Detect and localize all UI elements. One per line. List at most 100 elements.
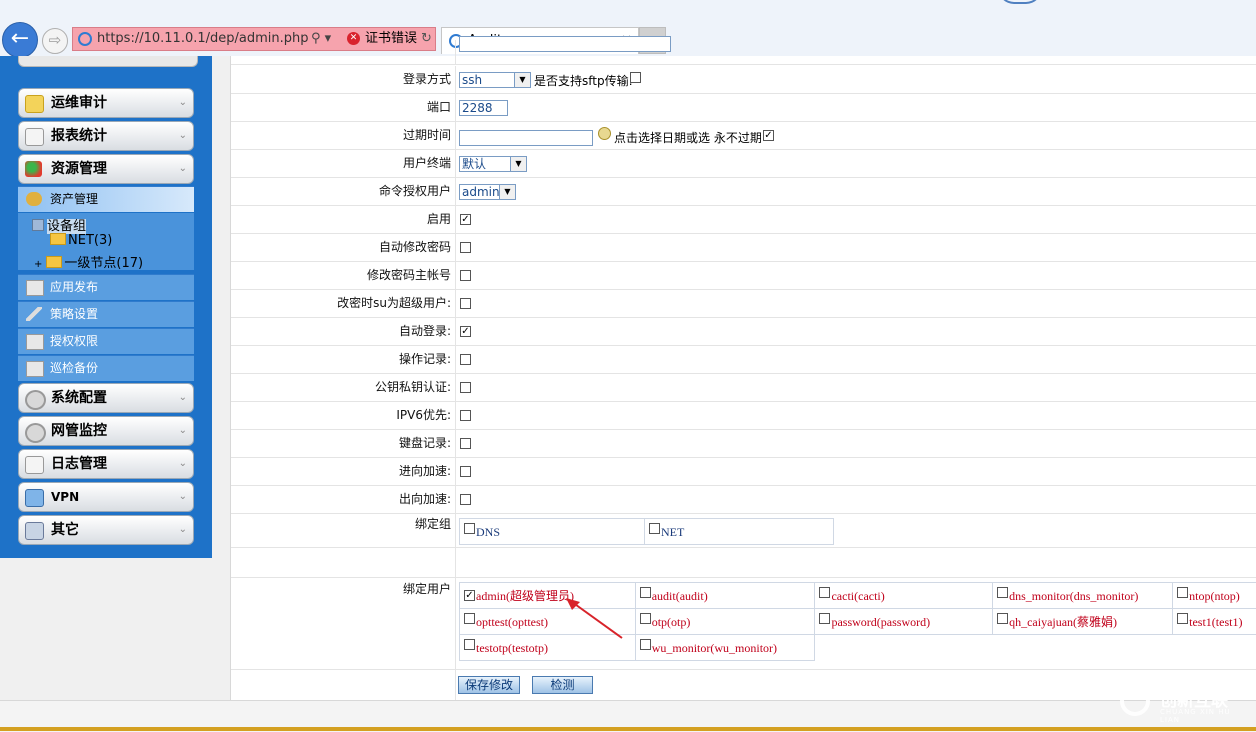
user-checkbox[interactable] bbox=[997, 587, 1009, 598]
save-button[interactable]: 保存修改 bbox=[458, 676, 520, 694]
user-option[interactable]: otp(otp) bbox=[634, 608, 816, 635]
user-option[interactable]: dns_monitor(dns_monitor) bbox=[992, 582, 1174, 609]
submenu-label: 资产管理 bbox=[50, 192, 99, 206]
form-row-checkbox: 启用 ✓ bbox=[231, 206, 1256, 234]
form-row-checkbox: 进向加速: bbox=[231, 458, 1256, 486]
forward-arrow-icon[interactable]: ⇨ bbox=[42, 28, 68, 54]
resource-icon bbox=[25, 161, 42, 177]
option-checkbox[interactable] bbox=[460, 298, 471, 309]
device-group-tree: 设备组 NET(3) + 一级节点(17) bbox=[18, 213, 194, 271]
user-option-label: dns_monitor(dns_monitor) bbox=[1009, 589, 1139, 603]
back-arrow-icon[interactable]: ← bbox=[2, 22, 38, 58]
option-checkbox[interactable]: ✓ bbox=[460, 326, 471, 337]
option-checkbox[interactable] bbox=[460, 382, 471, 393]
user-checkbox[interactable] bbox=[819, 613, 831, 624]
user-checkbox[interactable] bbox=[639, 639, 651, 650]
port-input[interactable]: 2288 bbox=[459, 100, 508, 116]
user-option[interactable]: password(password) bbox=[814, 608, 994, 635]
tree-root[interactable]: 设备组 bbox=[32, 215, 87, 234]
submenu-authorization[interactable]: 授权权限 bbox=[18, 328, 194, 354]
windows-icon bbox=[25, 522, 44, 540]
menu-system-config[interactable]: 系统配置 ⌄ bbox=[18, 383, 194, 413]
submenu-inspection-backup[interactable]: 巡检备份 bbox=[18, 355, 194, 381]
login-method-select[interactable]: ssh ▼ bbox=[459, 72, 531, 88]
option-checkbox[interactable]: ✓ bbox=[460, 214, 471, 225]
menu-label: 其它 bbox=[51, 522, 79, 538]
audit-icon bbox=[25, 95, 44, 113]
user-checkbox[interactable] bbox=[997, 613, 1009, 624]
expire-input[interactable] bbox=[459, 130, 593, 146]
group-option-label: DNS bbox=[476, 525, 501, 539]
user-option[interactable]: qh_caiyajuan(蔡雅娟) bbox=[992, 608, 1174, 635]
option-checkbox[interactable] bbox=[460, 270, 471, 281]
menu-report[interactable]: 报表统计 ⌄ bbox=[18, 121, 194, 151]
group-option-net[interactable]: NET bbox=[644, 518, 834, 545]
menu-label: 系统配置 bbox=[51, 390, 107, 406]
field-label: 修改密码主帐号 bbox=[366, 268, 451, 282]
group-checkbox[interactable] bbox=[649, 523, 660, 534]
profile-ring-icon bbox=[998, 0, 1042, 4]
value-cell: admin ▼ bbox=[455, 178, 1256, 205]
never-expire-checkbox[interactable]: ✓ bbox=[763, 130, 774, 141]
value-cell: 默认 ▼ bbox=[455, 150, 1256, 177]
value-cell: ✓ bbox=[455, 206, 1256, 233]
user-option[interactable]: cacti(cacti) bbox=[814, 582, 994, 609]
chevron-down-icon: ⌄ bbox=[178, 524, 187, 535]
tree-node-label: NET(3) bbox=[68, 233, 113, 248]
chevron-down-icon: ▼ bbox=[514, 73, 530, 87]
user-checkbox[interactable] bbox=[639, 613, 651, 624]
user-checkbox[interactable] bbox=[819, 587, 831, 598]
field-label: 绑定用户 bbox=[402, 582, 451, 596]
option-checkbox[interactable] bbox=[460, 242, 471, 253]
sftp-checkbox[interactable] bbox=[630, 72, 641, 83]
cmd-user-select[interactable]: admin ▼ bbox=[459, 184, 516, 200]
select-value: 默认 bbox=[462, 157, 487, 171]
user-checkbox[interactable] bbox=[1177, 613, 1189, 624]
group-checkbox[interactable] bbox=[464, 523, 475, 534]
option-checkbox[interactable] bbox=[460, 494, 471, 505]
user-option[interactable]: ntop(ntop) bbox=[1172, 582, 1256, 609]
option-checkbox[interactable] bbox=[460, 466, 471, 477]
value-cell: ✓ bbox=[455, 318, 1256, 345]
menu-network-monitor[interactable]: 网管监控 ⌄ bbox=[18, 416, 194, 446]
submenu-app-publish[interactable]: 应用发布 bbox=[18, 274, 194, 300]
user-option[interactable]: wu_monitor(wu_monitor) bbox=[634, 634, 816, 661]
check-button[interactable]: 检测 bbox=[532, 676, 593, 694]
tree-node-net[interactable]: NET(3) bbox=[50, 233, 112, 248]
value-cell bbox=[455, 290, 1256, 317]
user-option[interactable]: audit(audit) bbox=[634, 582, 816, 609]
menu-vpn[interactable]: VPN ⌄ bbox=[18, 482, 194, 512]
form-row-partial bbox=[231, 36, 1256, 65]
calendar-clock-icon[interactable] bbox=[598, 127, 611, 140]
partial-input[interactable] bbox=[459, 36, 671, 52]
sidebar-top-button[interactable] bbox=[18, 56, 198, 67]
option-checkbox[interactable] bbox=[460, 410, 471, 421]
menu-audit[interactable]: 运维审计 ⌄ bbox=[18, 88, 194, 118]
value-cell: 2288 bbox=[455, 94, 1256, 121]
option-checkbox[interactable] bbox=[460, 438, 471, 449]
field-label: 操作记录: bbox=[398, 352, 451, 366]
tree-expander[interactable]: + bbox=[34, 259, 42, 270]
user-checkbox[interactable] bbox=[464, 639, 475, 650]
submenu-asset-management[interactable]: 资产管理 bbox=[18, 186, 194, 212]
option-checkbox[interactable] bbox=[460, 354, 471, 365]
user-checkbox[interactable]: ✓ bbox=[464, 590, 475, 601]
value-cell bbox=[455, 458, 1256, 485]
form-row-checkbox: 键盘记录: bbox=[231, 430, 1256, 458]
user-checkbox[interactable] bbox=[464, 613, 475, 624]
group-option-dns[interactable]: DNS bbox=[459, 518, 645, 545]
submenu-policy[interactable]: 策略设置 bbox=[18, 301, 194, 327]
terminal-select[interactable]: 默认 ▼ bbox=[459, 156, 527, 172]
menu-resource[interactable]: 资源管理 ⌄ bbox=[18, 154, 194, 184]
value-cell bbox=[455, 402, 1256, 429]
user-checkbox[interactable] bbox=[1177, 587, 1189, 598]
user-option[interactable]: test1(test1) bbox=[1172, 608, 1256, 635]
field-label: 命令授权用户 bbox=[378, 184, 451, 198]
users-icon bbox=[26, 192, 42, 206]
user-option-label: audit(audit) bbox=[651, 589, 708, 603]
user-checkbox[interactable] bbox=[639, 587, 651, 598]
menu-log[interactable]: 日志管理 ⌄ bbox=[18, 449, 194, 479]
menu-other[interactable]: 其它 ⌄ bbox=[18, 515, 194, 545]
expire-hint: 点击选择日期或选 永不过期 bbox=[614, 131, 762, 145]
tree-node-level1[interactable]: + 一级节点(17) bbox=[34, 252, 143, 271]
